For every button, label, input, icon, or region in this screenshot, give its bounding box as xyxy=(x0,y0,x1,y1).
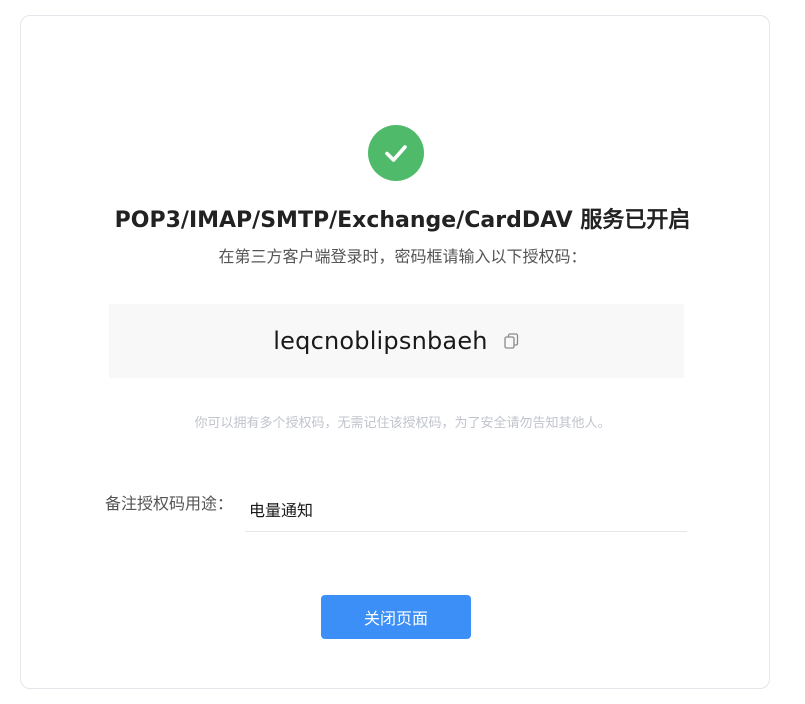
checkmark-icon xyxy=(385,145,407,162)
copy-glyph xyxy=(504,333,519,349)
check-circle-icon xyxy=(368,125,424,181)
instruction-text: 在第三方客户端登录时，密码框请输入以下授权码： xyxy=(218,247,587,266)
copy-icon[interactable] xyxy=(504,333,520,349)
note-input[interactable] xyxy=(245,486,687,532)
page-title: POP3/IMAP/SMTP/Exchange/CardDAV 服务已开启 xyxy=(114,208,691,233)
note-label: 备注授权码用途： xyxy=(105,494,234,513)
auth-code-box: leqcnoblipsnbaeh xyxy=(109,304,684,378)
auth-code-value: leqcnoblipsnbaeh xyxy=(273,327,488,355)
close-page-button[interactable]: 关闭页面 xyxy=(321,595,471,639)
security-hint: 你可以拥有多个授权码，无需记住该授权码，为了安全请勿告知其他人。 xyxy=(194,416,611,431)
